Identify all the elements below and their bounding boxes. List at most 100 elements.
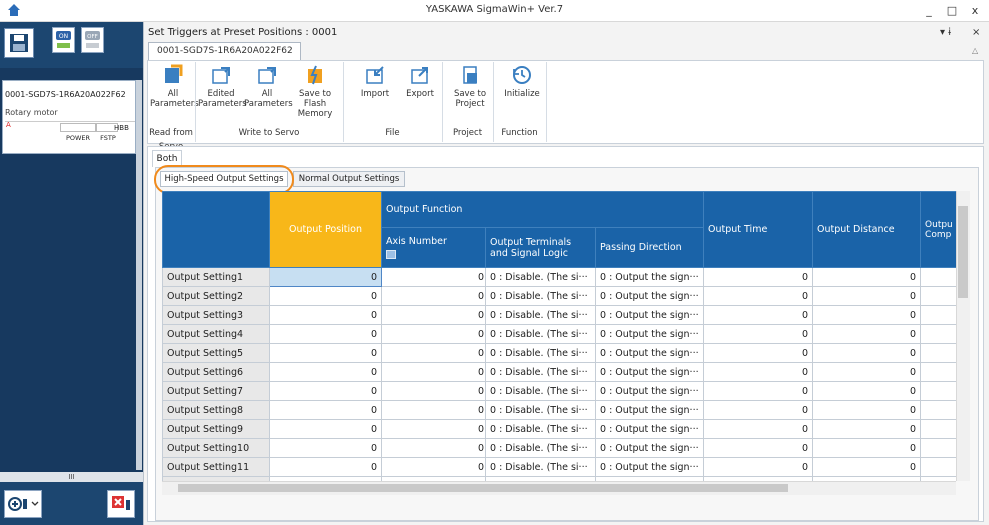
passing-direction-cell[interactable]: 0 : Output the sign··· — [594, 286, 705, 306]
axis-number-cell[interactable]: 0 — [381, 362, 486, 382]
remove-device-button[interactable] — [107, 490, 135, 518]
read-all-parameters-button[interactable]: All Parameters — [150, 64, 199, 120]
axis-number-cell[interactable]: 0 — [381, 305, 486, 325]
output-position-cell[interactable]: 0 — [269, 305, 382, 325]
passing-direction-cell[interactable]: 0 : Output the sign··· — [594, 381, 705, 401]
grid-vertical-scroll-thumb[interactable] — [958, 206, 968, 298]
axis-number-cell[interactable]: 0 — [381, 381, 486, 401]
output-position-cell[interactable]: 0 — [269, 438, 382, 458]
device-pane-hscroll[interactable]: III — [0, 472, 143, 482]
output-terminals-cell[interactable]: 0 : Disable. (The si··· — [485, 438, 596, 458]
output-distance-cell[interactable]: 0 — [812, 267, 922, 287]
output-comp-cell[interactable] — [920, 362, 956, 382]
import-button[interactable]: Import — [352, 64, 398, 120]
output-distance-cell[interactable]: 0 — [812, 286, 922, 306]
passing-direction-cell[interactable]: 0 : Output the sign··· — [594, 419, 705, 439]
output-distance-cell[interactable]: 0 — [812, 381, 922, 401]
passing-direction-cell[interactable]: 0 : Output the sign··· — [594, 362, 705, 382]
passing-direction-cell[interactable]: 0 : Output the sign··· — [594, 457, 705, 477]
output-time-cell[interactable]: 0 — [703, 400, 814, 420]
output-distance-cell[interactable]: 0 — [812, 457, 922, 477]
header-output-distance[interactable]: Output Distance — [812, 191, 922, 268]
passing-direction-cell[interactable]: 0 : Output the sign··· — [594, 324, 705, 344]
header-output-position[interactable]: Output Position — [269, 191, 382, 268]
output-time-cell[interactable]: 0 — [703, 267, 814, 287]
passing-direction-cell[interactable]: 0 : Output the sign··· — [594, 305, 705, 325]
tab-normal-output[interactable]: Normal Output Settings — [293, 171, 405, 187]
output-terminals-cell[interactable]: 0 : Disable. (The si··· — [485, 305, 596, 325]
servo-off-button[interactable]: OFF — [81, 27, 104, 53]
output-terminals-cell[interactable]: 0 : Disable. (The si··· — [485, 381, 596, 401]
axis-number-cell[interactable]: 0 — [381, 286, 486, 306]
output-comp-cell[interactable] — [920, 438, 956, 458]
output-position-cell[interactable]: 0 — [269, 343, 382, 363]
write-all-parameters-button[interactable]: All Parameters — [244, 64, 293, 120]
add-device-button[interactable] — [4, 490, 42, 518]
output-comp-cell[interactable] — [920, 400, 956, 420]
output-position-cell[interactable]: 0 — [269, 286, 382, 306]
output-terminals-cell[interactable]: 0 : Disable. (The si··· — [485, 343, 596, 363]
output-position-cell[interactable]: 0 — [269, 419, 382, 439]
document-tab[interactable]: 0001-SGD7S-1R6A20A022F62 — [148, 42, 301, 60]
output-distance-cell[interactable]: 0 — [812, 400, 922, 420]
output-comp-cell[interactable] — [920, 419, 956, 439]
axis-number-cell[interactable]: 0 — [381, 419, 486, 439]
output-time-cell[interactable]: 0 — [703, 343, 814, 363]
output-time-cell[interactable]: 0 — [703, 457, 814, 477]
header-output-time[interactable]: Output Time — [703, 191, 814, 268]
output-comp-cell[interactable] — [920, 324, 956, 344]
output-distance-cell[interactable]: 0 — [812, 362, 922, 382]
save-to-flash-button[interactable]: Save to Flash Memory — [292, 64, 338, 120]
header-output-comp[interactable]: Outpu Comp — [920, 191, 956, 268]
output-terminals-cell[interactable]: 0 : Disable. (The si··· — [485, 419, 596, 439]
axis-number-cell[interactable]: 0 — [381, 438, 486, 458]
output-distance-cell[interactable]: 0 — [812, 343, 922, 363]
output-terminals-cell[interactable]: 0 : Disable. (The si··· — [485, 324, 596, 344]
header-output-terminals[interactable]: Output Terminals and Signal Logic — [485, 227, 596, 268]
axis-number-cell[interactable]: 0 — [381, 400, 486, 420]
panel-close-button[interactable]: × — [972, 27, 980, 38]
panel-pin-button[interactable]: ▾ ɨ — [940, 27, 951, 38]
output-distance-cell[interactable]: 0 — [812, 419, 922, 439]
maximize-button[interactable]: □ — [944, 4, 960, 18]
output-comp-cell[interactable] — [920, 381, 956, 401]
save-to-project-button[interactable]: Save to Project — [447, 64, 493, 120]
output-time-cell[interactable]: 0 — [703, 362, 814, 382]
output-position-cell[interactable]: 0 — [269, 457, 382, 477]
output-position-cell[interactable]: 0 — [269, 381, 382, 401]
output-position-cell[interactable]: 0 — [269, 362, 382, 382]
servo-on-button[interactable]: ON — [52, 27, 75, 53]
output-distance-cell[interactable]: 0 — [812, 305, 922, 325]
write-edited-parameters-button[interactable]: Edited Parameters — [198, 64, 247, 120]
axis-number-cell[interactable]: 0 — [381, 457, 486, 477]
initialize-button[interactable]: Initialize — [499, 64, 545, 120]
output-comp-cell[interactable] — [920, 286, 956, 306]
passing-direction-cell[interactable]: 0 : Output the sign··· — [594, 438, 705, 458]
output-terminals-cell[interactable]: 0 : Disable. (The si··· — [485, 362, 596, 382]
grid-horizontal-scroll-thumb[interactable] — [178, 484, 788, 492]
device-pane-scrollbar[interactable] — [136, 80, 142, 470]
output-comp-cell[interactable] — [920, 457, 956, 477]
output-terminals-cell[interactable]: 0 : Disable. (The si··· — [485, 457, 596, 477]
passing-direction-cell[interactable]: 0 : Output the sign··· — [594, 267, 705, 287]
output-comp-cell[interactable] — [920, 343, 956, 363]
axis-number-cell[interactable]: 0 — [381, 343, 486, 363]
output-time-cell[interactable]: 0 — [703, 286, 814, 306]
output-terminals-cell[interactable]: 0 : Disable. (The si··· — [485, 400, 596, 420]
axis-number-cell[interactable]: 0 — [381, 324, 486, 344]
output-time-cell[interactable]: 0 — [703, 381, 814, 401]
axis-number-cell[interactable]: 0 — [381, 267, 486, 287]
output-time-cell[interactable]: 0 — [703, 419, 814, 439]
output-position-cell[interactable]: 0 — [269, 324, 382, 344]
output-time-cell[interactable]: 0 — [703, 305, 814, 325]
output-distance-cell[interactable]: 0 — [812, 324, 922, 344]
output-position-cell[interactable]: 0 — [269, 267, 382, 287]
output-position-cell[interactable]: 0 — [269, 400, 382, 420]
output-distance-cell[interactable]: 0 — [812, 438, 922, 458]
output-comp-cell[interactable] — [920, 267, 956, 287]
save-button[interactable] — [4, 28, 34, 58]
close-button[interactable]: x — [967, 4, 983, 18]
minimize-button[interactable]: _ — [921, 4, 937, 18]
passing-direction-cell[interactable]: 0 : Output the sign··· — [594, 343, 705, 363]
output-terminals-cell[interactable]: 0 : Disable. (The si··· — [485, 267, 596, 287]
